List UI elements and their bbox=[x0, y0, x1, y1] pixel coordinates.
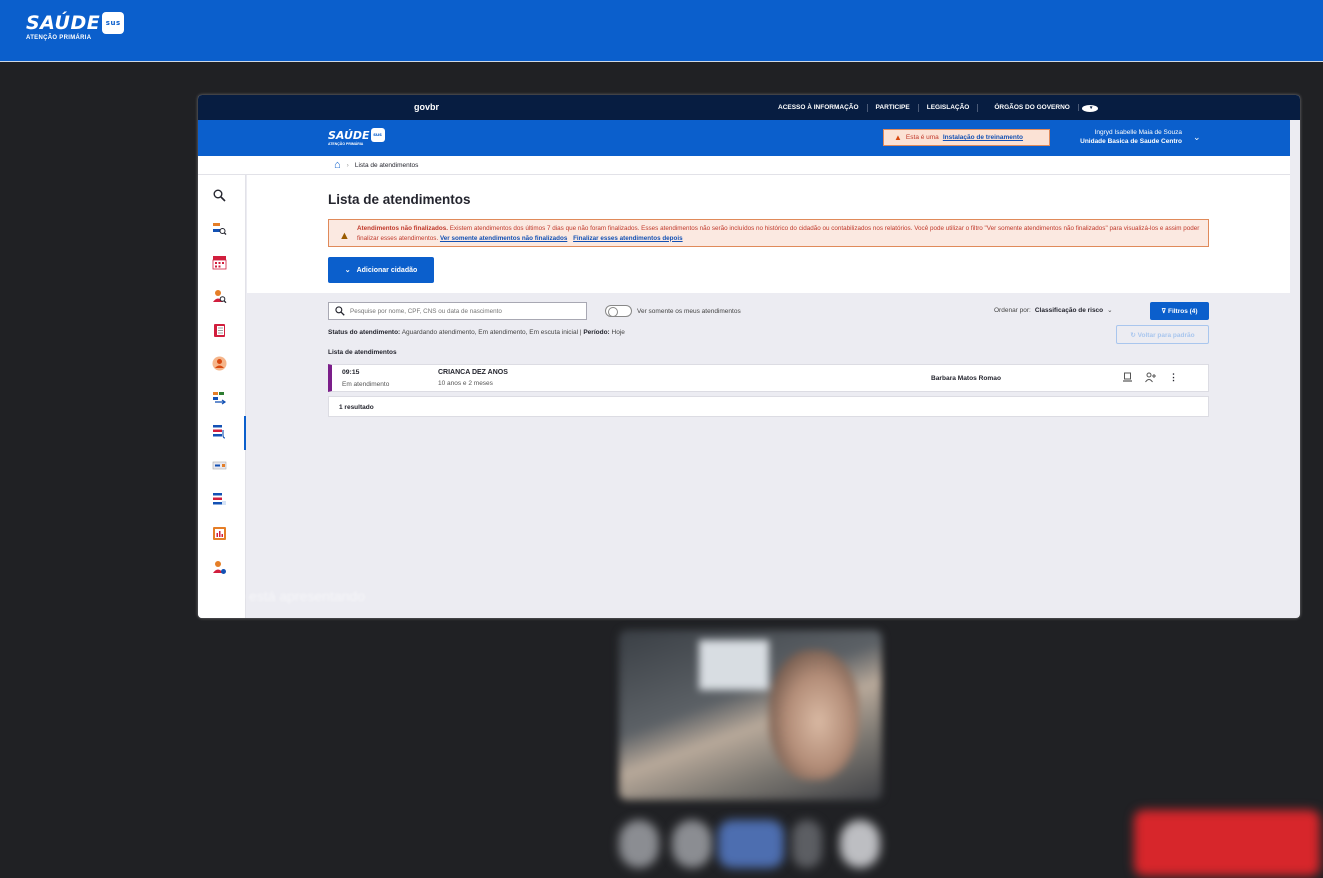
plus-icon: sus bbox=[370, 128, 385, 142]
home-icon[interactable]: ⌂ bbox=[334, 159, 341, 171]
row-time: 09:15 bbox=[342, 369, 360, 376]
gov-link-legislacao[interactable]: LEGISLAÇÃO bbox=[919, 104, 979, 112]
show-unfinished-link[interactable]: Ver somente atendimentos não finalizados bbox=[440, 235, 567, 242]
shared-screen: govbr ACESSO À INFORMAÇÃO PARTICIPE LEGI… bbox=[198, 95, 1300, 618]
table-row[interactable]: 09:15 Em atendimento CRIANCA DEZ ANOS 10… bbox=[328, 364, 1209, 392]
chart-report-icon[interactable] bbox=[210, 524, 229, 543]
gov-link-participe[interactable]: PARTICIPE bbox=[868, 104, 919, 112]
page-title: Lista de atendimentos bbox=[328, 192, 471, 207]
filters-button[interactable]: ⊽ Filtros (4) bbox=[1150, 302, 1209, 320]
row-status: Em atendimento bbox=[342, 381, 390, 388]
warning-icon: ▲ bbox=[894, 133, 902, 142]
patient-search-icon[interactable] bbox=[210, 219, 229, 238]
chevron-down-icon: ⌄ bbox=[344, 267, 351, 274]
training-link[interactable]: Instalação de treinamento bbox=[943, 134, 1023, 141]
chevron-right-icon: › bbox=[346, 161, 349, 169]
warning-icon: ▲ bbox=[339, 230, 350, 242]
search-field[interactable] bbox=[328, 302, 587, 320]
leave-call-button[interactable] bbox=[1134, 810, 1320, 876]
app-header: SAÚDE sus ATENÇÃO PRIMÁRIA ▲ Esta é uma … bbox=[198, 120, 1290, 156]
my-attendances-toggle[interactable] bbox=[605, 305, 632, 317]
gov-link-orgaos[interactable]: ÓRGÃOS DO GOVERNO ▾ bbox=[978, 104, 1105, 112]
user-menu[interactable]: Ingryd Isabelle Maia de Souza Unidade Ba… bbox=[1060, 128, 1182, 147]
chevron-down-icon[interactable]: ⌄ bbox=[1107, 306, 1112, 314]
more-controls-button[interactable] bbox=[792, 820, 822, 868]
reactions-button[interactable] bbox=[840, 820, 880, 868]
row-patient-name: CRIANCA DEZ ANOS bbox=[438, 369, 508, 376]
transfer-list-icon[interactable] bbox=[210, 388, 229, 407]
user-unit: Unidade Basica de Saude Centro bbox=[1080, 138, 1182, 146]
filter-icon: ⊽ bbox=[1161, 308, 1167, 315]
order-by: Ordenar por: Classificação de risco ⌄ bbox=[994, 306, 1113, 315]
presenting-notice: Você está apresentando bbox=[214, 588, 366, 604]
breadcrumb: ⌂ › Lista de atendimentos bbox=[198, 156, 1290, 175]
gov-links: ACESSO À INFORMAÇÃO PARTICIPE LEGISLAÇÃO… bbox=[770, 104, 1106, 112]
esus-app-logo[interactable]: SAÚDE sus ATENÇÃO PRIMÁRIA bbox=[328, 128, 385, 146]
self-video-tile bbox=[619, 630, 882, 800]
breadcrumb-current: Lista de atendimentos bbox=[354, 161, 419, 169]
row-patient-age: 10 anos e 2 meses bbox=[438, 380, 493, 387]
side-rail bbox=[198, 175, 246, 618]
user-name: Ingryd Isabelle Maia de Souza bbox=[1094, 129, 1182, 136]
govbr-logo[interactable]: govbr bbox=[414, 102, 439, 112]
chevron-down-icon[interactable]: ⌄ bbox=[1193, 132, 1201, 143]
calendar-icon[interactable] bbox=[210, 253, 229, 272]
records-icon[interactable] bbox=[210, 321, 229, 340]
alert-title: Atendimentos não finalizados. bbox=[357, 225, 448, 232]
list-heading: Lista de atendimentos bbox=[328, 349, 397, 356]
logo-subtitle: ATENÇÃO PRIMÁRIA bbox=[26, 35, 92, 41]
row-actions: ⋮ bbox=[1122, 372, 1178, 385]
main-header-section: Lista de atendimentos ▲ Atendimentos não… bbox=[247, 175, 1290, 293]
unfinished-alert: ▲ Atendimentos não finalizados. Existem … bbox=[328, 219, 1209, 247]
reset-filters-button[interactable]: ↻ Voltar para padrão bbox=[1116, 325, 1209, 344]
attend-icon[interactable] bbox=[1122, 372, 1133, 385]
user-admin-icon[interactable] bbox=[210, 558, 229, 577]
order-label: Ordenar por: bbox=[994, 306, 1031, 314]
search-icon[interactable] bbox=[210, 186, 229, 205]
order-select[interactable]: Classificação de risco bbox=[1035, 307, 1103, 314]
toggle-label: Ver somente os meus atendimentos bbox=[637, 307, 741, 315]
more-options-icon[interactable]: ⋮ bbox=[1169, 372, 1178, 385]
gov-bar: govbr ACESSO À INFORMAÇÃO PARTICIPE LEGI… bbox=[198, 95, 1300, 120]
add-professional-icon[interactable] bbox=[1145, 372, 1157, 385]
plus-icon: sus bbox=[102, 12, 125, 34]
reset-icon: ↻ bbox=[1130, 331, 1136, 339]
share-screen-button[interactable] bbox=[718, 820, 784, 868]
professional-search-icon[interactable] bbox=[210, 287, 229, 306]
row-professional: Barbara Matos Romao bbox=[931, 375, 1001, 382]
result-count: 1 resultado bbox=[328, 396, 1209, 417]
finish-later-link[interactable]: Finalizar esses atendimentos depois bbox=[573, 235, 683, 242]
camera-button[interactable] bbox=[672, 820, 712, 868]
add-citizen-button[interactable]: ⌄ Adicionar cidadão bbox=[328, 257, 434, 283]
training-badge: ▲ Esta é uma Instalação de treinamento bbox=[883, 129, 1050, 146]
mic-button[interactable] bbox=[619, 820, 659, 868]
citizen-icon[interactable] bbox=[210, 354, 229, 373]
my-attendances-toggle-row: Ver somente os meus atendimentos bbox=[605, 305, 741, 317]
search-icon bbox=[335, 306, 345, 316]
attendance-list-icon[interactable] bbox=[210, 416, 246, 450]
report-list-icon[interactable] bbox=[210, 490, 229, 509]
esus-logo: SAÚDE sus ATENÇÃO PRIMÁRIA bbox=[26, 12, 125, 41]
logo-brand: SAÚDE bbox=[26, 12, 101, 34]
search-input[interactable] bbox=[350, 307, 570, 315]
vaccine-icon[interactable] bbox=[210, 456, 229, 475]
active-filters-summary: Status do atendimento: Aguardando atendi… bbox=[328, 329, 625, 336]
meeting-top-bar: SAÚDE sus ATENÇÃO PRIMÁRIA bbox=[0, 0, 1323, 62]
chevron-down-icon: ▾ bbox=[1081, 105, 1098, 112]
gov-link-acesso[interactable]: ACESSO À INFORMAÇÃO bbox=[770, 104, 868, 112]
